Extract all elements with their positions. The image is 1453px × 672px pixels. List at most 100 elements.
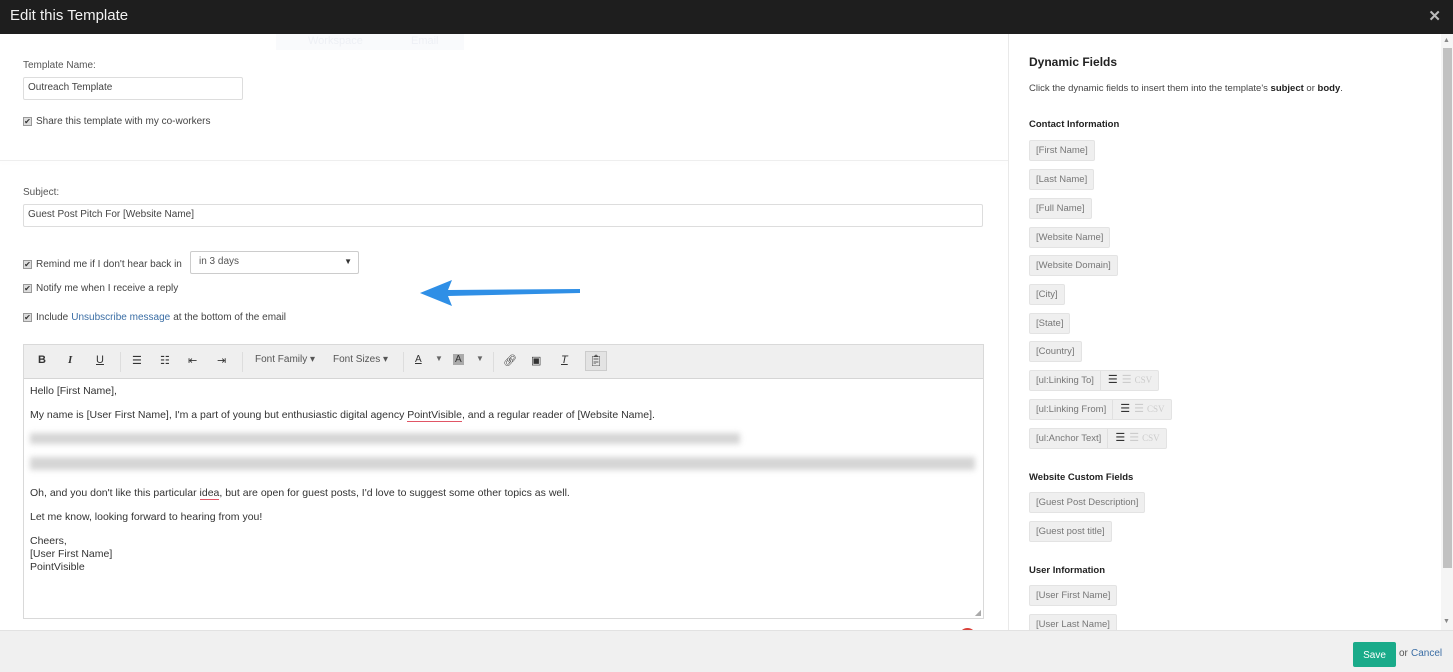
font-sizes-dropdown[interactable]: Font Sizes ▾ <box>333 354 388 365</box>
dynamic-field-country[interactable]: [Country] <box>1029 341 1082 362</box>
modal-footer: Save or Cancel <box>0 630 1453 672</box>
include-prefix: Include <box>36 312 69 323</box>
panel-scrollbar[interactable]: ▲ ▼ <box>1441 34 1453 630</box>
background-tab: Workspace <box>308 35 363 47</box>
field-label: [ul:Linking From] <box>1036 404 1107 415</box>
topics-text-end: , but are open for guest posts, I'd love… <box>219 487 570 499</box>
checkbox-checked-icon[interactable]: ✔ <box>23 117 32 126</box>
numbered-list-icon[interactable]: ☰ <box>1134 400 1144 419</box>
link-icon[interactable]: 🔗︎ <box>503 354 517 367</box>
template-name-input[interactable]: Outreach Template <box>23 77 243 100</box>
checkbox-checked-icon[interactable]: ✔ <box>23 313 32 322</box>
numbered-list-icon[interactable]: ☰ <box>132 354 142 367</box>
dynamic-field-guest-post-description[interactable]: [Guest Post Description] <box>1029 492 1146 513</box>
dynamic-field-last-name[interactable]: [Last Name] <box>1029 169 1095 190</box>
bullet-list-icon[interactable]: ☰ <box>1120 400 1130 419</box>
bullet-list-icon[interactable]: ☰ <box>1115 429 1125 448</box>
template-name-label: Template Name: <box>23 60 96 71</box>
csv-option[interactable]: CSV <box>1135 371 1153 390</box>
remind-label: Remind me if I don't hear back in <box>36 259 182 270</box>
dynamic-field-linking-from[interactable]: [ul:Linking From] ☰ ☰ CSV <box>1029 399 1172 420</box>
dynamic-fields-title: Dynamic Fields <box>1029 55 1118 69</box>
or-label: or <box>1399 648 1408 659</box>
notify-label: Notify me when I receive a reply <box>36 283 179 294</box>
bullet-list-icon[interactable]: ☰ <box>1108 371 1118 390</box>
modal-titlebar: Edit this Template ✕ <box>0 0 1453 34</box>
toolbar-separator <box>242 352 243 372</box>
dynamic-field-website-name[interactable]: [Website Name] <box>1029 227 1111 248</box>
remind-delay-value: in 3 days <box>199 256 240 267</box>
include-suffix: at the bottom of the email <box>173 312 287 323</box>
checkbox-checked-icon[interactable]: ✔ <box>23 284 32 293</box>
toolbar-separator <box>403 352 404 372</box>
scroll-up-icon[interactable]: ▲ <box>1443 37 1450 44</box>
misspelled-word[interactable]: idea <box>199 487 220 500</box>
unsubscribe-checkbox[interactable]: ✔ Include Unsubscribe message at the bot… <box>23 312 286 323</box>
indent-icon[interactable]: ⇥ <box>217 354 226 367</box>
intro-paragraph: My name is [User First Name], I'm a part… <box>30 409 977 422</box>
toolbar-separator <box>493 352 494 372</box>
user-information-heading: User Information <box>1029 565 1106 576</box>
scroll-down-icon[interactable]: ▼ <box>1443 618 1450 625</box>
signature-line: PointVisible <box>30 561 85 573</box>
background-color-button[interactable]: A <box>453 354 464 365</box>
share-label: Share this template with my co-workers <box>36 116 211 127</box>
dynamic-field-anchor-text[interactable]: [ul:Anchor Text] ☰ ☰ CSV <box>1029 428 1167 449</box>
rich-text-editor: B I U ☰ ☷ ⇤ ⇥ Font Family ▾ Font Sizes ▾… <box>23 344 984 645</box>
image-icon[interactable]: ▣ <box>531 354 541 367</box>
dynamic-fields-panel: Dynamic Fields Click the dynamic fields … <box>1009 34 1441 635</box>
section-divider <box>0 160 1008 161</box>
cancel-link[interactable]: Cancel <box>1411 648 1442 659</box>
field-label: [ul:Anchor Text] <box>1036 433 1102 444</box>
closing-line: Let me know, looking forward to hearing … <box>30 511 263 523</box>
modal-title: Edit this Template <box>10 7 129 24</box>
csv-option[interactable]: CSV <box>1142 429 1160 448</box>
dynamic-field-user-first-name[interactable]: [User First Name] <box>1029 585 1118 606</box>
remind-checkbox[interactable]: ✔ Remind me if I don't hear back in <box>23 259 182 270</box>
paste-as-text-icon[interactable]: 📋︎ <box>585 351 607 371</box>
checkbox-checked-icon[interactable]: ✔ <box>23 260 32 269</box>
toolbar-separator <box>120 352 121 372</box>
dynamic-field-city[interactable]: [City] <box>1029 284 1065 305</box>
numbered-list-icon[interactable]: ☰ <box>1129 429 1139 448</box>
outdent-icon[interactable]: ⇤ <box>188 354 197 367</box>
unsubscribe-message-link[interactable]: Unsubscribe message <box>71 312 170 323</box>
resize-handle-icon[interactable]: ◢ <box>975 608 981 617</box>
remind-delay-select[interactable]: in 3 days ▼ <box>190 251 359 274</box>
editor-body[interactable]: Hello [First Name], My name is [User Fir… <box>24 379 983 580</box>
underline-button[interactable]: U <box>96 354 104 366</box>
bullet-list-icon[interactable]: ☷ <box>160 354 170 367</box>
clear-formatting-icon[interactable]: T <box>561 354 568 366</box>
scrollbar-thumb[interactable] <box>1443 48 1452 568</box>
caret-down-icon[interactable]: ▼ <box>476 354 484 363</box>
blurred-paragraph <box>30 433 740 444</box>
caret-down-icon[interactable]: ▼ <box>435 354 443 363</box>
save-button[interactable]: Save <box>1353 642 1396 667</box>
background-tabs: Workspace Email <box>276 34 464 50</box>
dynamic-field-guest-post-title[interactable]: [Guest post title] <box>1029 521 1112 542</box>
intro-text-end: , and a regular reader of [Website Name]… <box>461 409 655 421</box>
dynamic-field-state[interactable]: [State] <box>1029 313 1071 334</box>
contact-information-heading: Contact Information <box>1029 119 1120 130</box>
intro-text: My name is [User First Name], I'm a part… <box>30 409 408 421</box>
dynamic-fields-description: Click the dynamic fields to insert them … <box>1029 83 1343 94</box>
signature-line: Cheers, <box>30 535 67 547</box>
subject-input[interactable]: Guest Post Pitch For [Website Name] <box>23 204 983 227</box>
dynamic-field-linking-to[interactable]: [ul:Linking To] ☰ ☰ CSV <box>1029 370 1160 391</box>
notify-checkbox[interactable]: ✔ Notify me when I receive a reply <box>23 283 178 294</box>
share-checkbox[interactable]: ✔ Share this template with my co-workers <box>23 116 211 127</box>
dynamic-field-website-domain[interactable]: [Website Domain] <box>1029 255 1118 276</box>
dynamic-field-full-name[interactable]: [Full Name] <box>1029 198 1092 219</box>
font-family-dropdown[interactable]: Font Family ▾ <box>255 354 315 365</box>
bold-button[interactable]: B <box>38 354 46 366</box>
caret-down-icon: ▼ <box>344 257 352 266</box>
dynamic-field-first-name[interactable]: [First Name] <box>1029 140 1095 161</box>
numbered-list-icon[interactable]: ☰ <box>1122 371 1132 390</box>
misspelled-word[interactable]: PointVisible <box>407 409 462 422</box>
italic-button[interactable]: I <box>68 354 72 366</box>
csv-option[interactable]: CSV <box>1147 400 1165 419</box>
text-color-button[interactable]: A <box>415 354 422 365</box>
topics-text: Oh, and you don't like this particular <box>30 487 200 499</box>
close-icon[interactable]: ✕ <box>1428 7 1441 25</box>
editor-toolbar: B I U ☰ ☷ ⇤ ⇥ Font Family ▾ Font Sizes ▾… <box>24 345 983 379</box>
